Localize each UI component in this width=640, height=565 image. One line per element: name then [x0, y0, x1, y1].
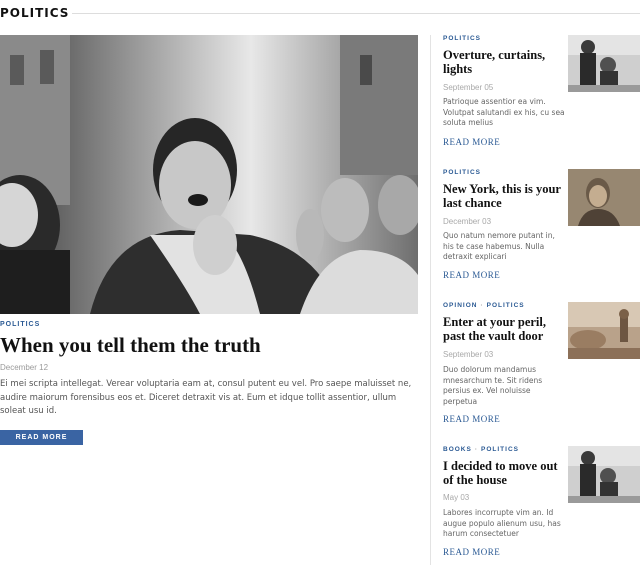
category-link[interactable]: POLITICS	[443, 35, 481, 42]
column-divider	[430, 35, 431, 565]
post-title[interactable]: I decided to move out of the house	[443, 459, 563, 487]
post-excerpt: Quo natum nemore putant in, his te case …	[443, 231, 555, 261]
category-link[interactable]: BOOKS	[443, 446, 472, 453]
category-separator: ·	[480, 302, 484, 309]
featured-excerpt: Ei mei scripta intellegat. Verear volupt…	[0, 379, 412, 416]
category-link[interactable]: POLITICS	[487, 302, 525, 309]
featured-date: December 12	[0, 363, 49, 372]
featured-image[interactable]	[0, 35, 418, 314]
read-more-link[interactable]: READ MORE	[443, 414, 500, 424]
post-title[interactable]: Enter at your peril, past the vault door	[443, 315, 563, 343]
section-divider	[72, 13, 640, 14]
read-more-link[interactable]: READ MORE	[443, 547, 500, 557]
post-excerpt: Patrioque assentior ea vim. Volutpat sal…	[443, 97, 565, 127]
category-link[interactable]: OPINION	[443, 302, 477, 309]
post-thumbnail[interactable]	[568, 169, 640, 226]
post-excerpt: Duo dolorum mandamus mnesarchum te. Sit …	[443, 365, 543, 406]
post-title[interactable]: New York, this is your last chance	[443, 182, 563, 210]
read-more-link[interactable]: READ MORE	[443, 270, 500, 280]
category-link[interactable]: POLITICS	[481, 446, 519, 453]
category-separator: ·	[474, 446, 479, 453]
featured-title[interactable]: When you tell them the truth	[0, 333, 418, 357]
post-date: May 03	[443, 493, 470, 502]
read-more-link[interactable]: READ MORE	[443, 137, 500, 147]
post-categories: POLITICS	[443, 169, 481, 177]
featured-category[interactable]: POLITICS	[0, 321, 40, 329]
section-title: POLITICS	[0, 6, 70, 20]
side-post: POLITICS Overture, curtains, lights Sept…	[443, 35, 640, 147]
post-thumbnail[interactable]	[568, 35, 640, 92]
section-header: POLITICS	[0, 6, 640, 22]
post-date: September 05	[443, 83, 494, 92]
category-link[interactable]: POLITICS	[443, 169, 481, 176]
side-post: OPINION · POLITICS Enter at your peril, pa…	[443, 302, 640, 427]
post-thumbnail[interactable]	[568, 302, 640, 359]
post-date: September 03	[443, 350, 494, 359]
read-more-button[interactable]: READ MORE	[0, 430, 83, 445]
side-post: POLITICS New York, this is your last cha…	[443, 169, 640, 280]
post-categories: OPINION · POLITICS	[443, 302, 525, 310]
post-title[interactable]: Overture, curtains, lights	[443, 48, 563, 76]
post-categories: POLITICS	[443, 35, 481, 43]
post-categories: BOOKS · POLITICS	[443, 446, 519, 454]
post-thumbnail[interactable]	[568, 446, 640, 503]
post-excerpt: Labores incorrupte vim an. Id augue popu…	[443, 508, 561, 538]
side-post: BOOKS · POLITICS I decided to move out of …	[443, 446, 640, 565]
post-date: December 03	[443, 217, 492, 226]
